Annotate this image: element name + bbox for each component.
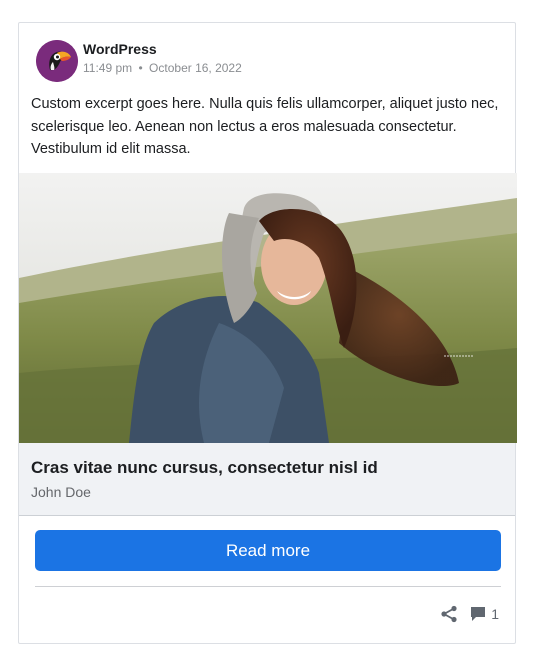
featured-image[interactable]: [19, 173, 517, 443]
meta-separator: •: [138, 61, 143, 75]
post-actions: 1: [440, 605, 499, 623]
divider: [35, 586, 501, 587]
share-icon[interactable]: [440, 605, 458, 623]
comment-icon: [471, 607, 486, 621]
author-name[interactable]: WordPress: [83, 41, 242, 57]
comment-count: 1: [491, 606, 499, 622]
post-time: 11:49 pm: [83, 61, 133, 75]
link-title[interactable]: Cras vitae nunc cursus, consectetur nisl…: [31, 458, 378, 478]
post-date[interactable]: October 16, 2022: [149, 61, 242, 75]
avatar[interactable]: [36, 40, 78, 82]
post-card: WordPress 11:49 pm • October 16, 2022 Cu…: [18, 22, 517, 644]
post-excerpt: Custom excerpt goes here. Nulla quis fel…: [31, 96, 499, 157]
post-timestamp: 11:49 pm • October 16, 2022: [83, 60, 242, 76]
post-header: WordPress 11:49 pm • October 16, 2022: [36, 40, 242, 82]
toucan-logo-icon: [36, 40, 78, 82]
read-more-button[interactable]: Read more: [35, 530, 501, 571]
comment-button[interactable]: 1: [470, 606, 499, 622]
featured-photo: [19, 173, 517, 443]
link-author: John Doe: [31, 484, 91, 500]
link-preview[interactable]: Cras vitae nunc cursus, consectetur nisl…: [19, 443, 515, 516]
